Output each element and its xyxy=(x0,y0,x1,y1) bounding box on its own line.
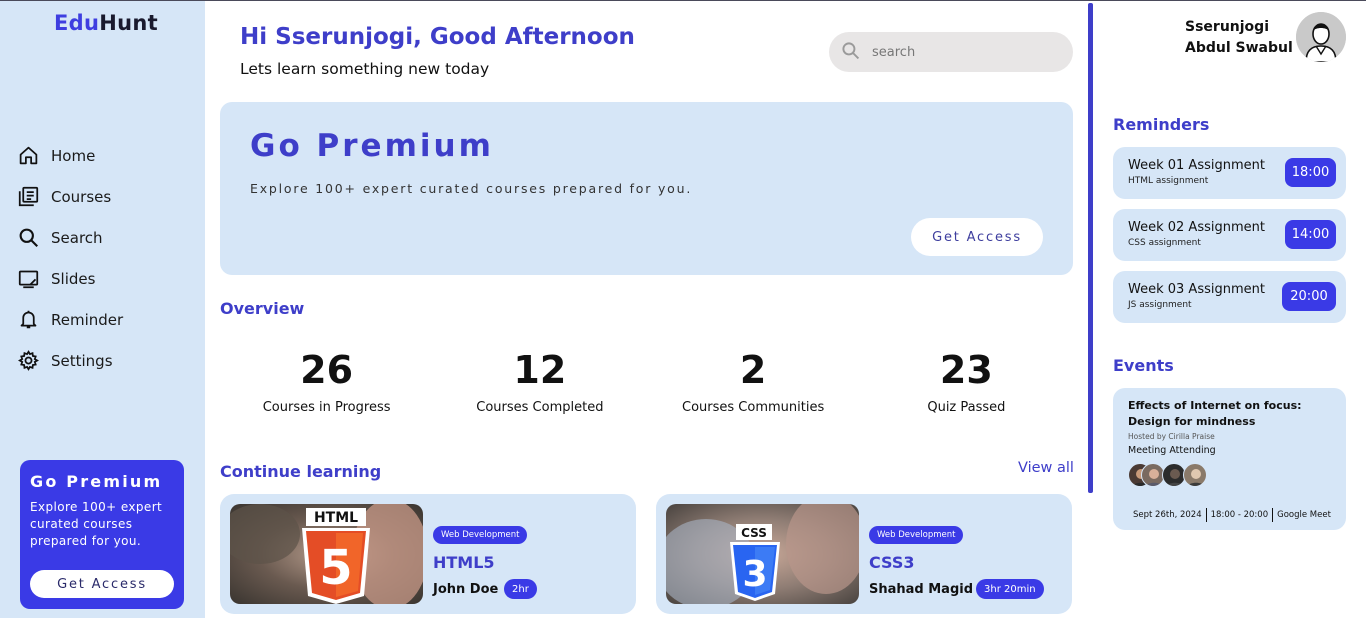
meta-divider xyxy=(1205,508,1207,522)
stat-quiz-passed: 23 Quiz Passed xyxy=(860,346,1073,415)
sidebar-item-label: Settings xyxy=(51,351,113,370)
sidebar-item-slides[interactable]: Slides xyxy=(18,258,123,299)
event-meta: Sept 26th, 2024 18:00 - 20:00 Google Mee… xyxy=(1133,508,1331,522)
banner-text: Explore 100+ expert curated courses prep… xyxy=(250,181,693,196)
attendee-avatar xyxy=(1183,463,1207,487)
svg-text:3: 3 xyxy=(742,554,767,595)
sidebar-item-label: Slides xyxy=(51,269,96,288)
overview-title: Overview xyxy=(220,299,305,318)
event-date: Sept 26th, 2024 xyxy=(1133,510,1202,520)
stat-label: Quiz Passed xyxy=(927,400,1006,415)
brand-logo[interactable]: EduHunt xyxy=(54,11,158,35)
search-icon xyxy=(841,41,860,64)
event-card[interactable]: Effects of Internet on focus: Design for… xyxy=(1113,388,1346,530)
gear-icon xyxy=(18,350,39,371)
events-title: Events xyxy=(1113,356,1174,375)
sidebar-premium-card: Go Premium Explore 100+ expert curated c… xyxy=(20,460,184,609)
premium-banner: Go Premium Explore 100+ expert curated c… xyxy=(220,102,1073,275)
course-author: John Doe xyxy=(433,582,499,597)
search-icon xyxy=(18,227,39,248)
svg-text:5: 5 xyxy=(319,540,352,596)
event-host: Hosted by Cirilla Praise xyxy=(1128,432,1215,441)
svg-text:HTML: HTML xyxy=(314,510,358,526)
course-thumbnail: HTML 5 xyxy=(230,504,423,604)
course-card-html5[interactable]: HTML 5 Web Development HTML5 John Doe 2h… xyxy=(220,494,636,614)
meta-divider xyxy=(1272,508,1274,522)
sidebar-item-label: Courses xyxy=(51,187,112,206)
course-title: HTML5 xyxy=(433,553,495,572)
overview-stats: 26 Courses in Progress 12 Courses Comple… xyxy=(220,346,1073,415)
sidebar-item-label: Reminder xyxy=(51,310,124,329)
reminder-title: Week 02 Assignment xyxy=(1128,220,1265,235)
home-icon xyxy=(18,145,39,166)
sidebar-item-reminder[interactable]: Reminder xyxy=(18,299,123,340)
user-last-name: Abdul Swabul xyxy=(1185,40,1293,56)
event-title: Effects of Internet on focus: Design for… xyxy=(1128,399,1302,428)
search-input[interactable] xyxy=(872,44,1052,60)
sidebar: EduHunt Home Courses Search Slides Remin… xyxy=(0,1,205,618)
course-card-css3[interactable]: CSS 3 Web Development CSS3 Shahad Magid … xyxy=(656,494,1072,614)
continue-learning-title: Continue learning xyxy=(220,462,382,481)
sidebar-premium-title: Go Premium xyxy=(30,472,163,491)
reminder-time-badge: 20:00 xyxy=(1282,282,1336,311)
event-status: Meeting Attending xyxy=(1128,445,1216,456)
stat-courses-in-progress: 26 Courses in Progress xyxy=(220,346,433,415)
svg-text:CSS: CSS xyxy=(741,526,767,540)
search-bar[interactable] xyxy=(829,32,1073,72)
stat-courses-communities: 2 Courses Communities xyxy=(647,346,860,415)
stat-value: 23 xyxy=(939,348,993,392)
reminder-card[interactable]: Week 02 Assignment CSS assignment 14:00 xyxy=(1113,209,1346,261)
course-thumbnail: CSS 3 xyxy=(666,504,859,604)
course-duration-badge: 3hr 20min xyxy=(976,579,1044,599)
sidebar-get-access-button[interactable]: Get Access xyxy=(30,570,174,598)
brand-part-1: Edu xyxy=(54,11,100,35)
greeting-title: Hi Sserunjogi, Good Afternoon xyxy=(240,24,635,50)
stat-label: Courses Completed xyxy=(476,400,604,415)
event-time: 18:00 - 20:00 xyxy=(1210,510,1269,520)
app-root: EduHunt Home Courses Search Slides Remin… xyxy=(0,0,1366,618)
reminder-card[interactable]: Week 03 Assignment JS assignment 20:00 xyxy=(1113,271,1346,323)
user-first-name: Sserunjogi xyxy=(1185,19,1269,35)
reminder-subtitle: CSS assignment xyxy=(1128,238,1201,248)
course-author: Shahad Magid xyxy=(869,582,974,597)
stat-label: Courses in Progress xyxy=(262,400,391,415)
course-title: CSS3 xyxy=(869,553,915,572)
panel-divider xyxy=(1088,3,1093,493)
sidebar-item-label: Home xyxy=(51,146,96,165)
stat-courses-completed: 12 Courses Completed xyxy=(433,346,646,415)
sidebar-nav: Home Courses Search Slides Reminder Sett… xyxy=(18,135,123,381)
course-tag: Web Development xyxy=(869,526,964,544)
reminder-time-badge: 14:00 xyxy=(1285,220,1336,249)
reminders-title: Reminders xyxy=(1113,115,1210,134)
reminder-title: Week 03 Assignment xyxy=(1128,282,1265,297)
brand-part-2: Hunt xyxy=(99,11,158,35)
banner-title: Go Premium xyxy=(250,128,494,164)
avatar[interactable] xyxy=(1296,12,1346,62)
sidebar-item-settings[interactable]: Settings xyxy=(18,340,123,381)
course-duration-badge: 2hr xyxy=(504,579,537,599)
reminder-title: Week 01 Assignment xyxy=(1128,158,1265,173)
sidebar-item-label: Search xyxy=(51,228,103,247)
greeting-subtitle: Lets learn something new today xyxy=(240,60,490,78)
reminder-card[interactable]: Week 01 Assignment HTML assignment 18:00 xyxy=(1113,147,1346,199)
bell-icon xyxy=(18,309,39,330)
stat-value: 26 xyxy=(300,348,354,392)
stat-value: 12 xyxy=(513,348,567,392)
reminder-subtitle: HTML assignment xyxy=(1128,176,1209,186)
sidebar-item-home[interactable]: Home xyxy=(18,135,123,176)
event-platform: Google Meet xyxy=(1277,510,1331,520)
sidebar-item-courses[interactable]: Courses xyxy=(18,176,123,217)
courses-icon xyxy=(18,186,39,207)
sidebar-item-search[interactable]: Search xyxy=(18,217,123,258)
stat-value: 2 xyxy=(739,348,767,392)
reminder-time-badge: 18:00 xyxy=(1285,158,1336,187)
view-all-link[interactable]: View all xyxy=(1018,460,1074,476)
slides-icon xyxy=(18,268,39,289)
stat-label: Courses Communities xyxy=(682,400,825,415)
reminder-subtitle: JS assignment xyxy=(1128,300,1192,310)
course-tag: Web Development xyxy=(433,526,528,544)
user-name: Sserunjogi Abdul Swabul xyxy=(1185,17,1293,59)
banner-get-access-button[interactable]: Get Access xyxy=(911,218,1043,256)
sidebar-premium-text: Explore 100+ expert curated courses prep… xyxy=(30,500,163,548)
